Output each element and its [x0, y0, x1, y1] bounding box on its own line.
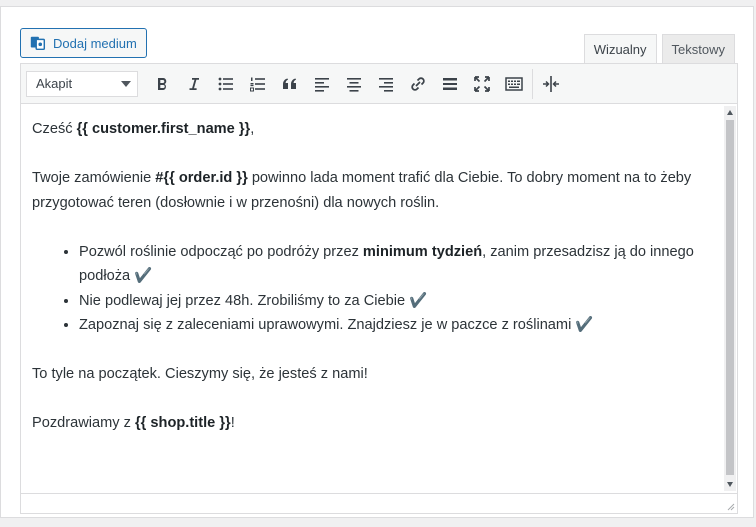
read-more-icon [543, 75, 559, 92]
greeting-paragraph: Cześć {{ customer.first_name }}, [32, 117, 713, 142]
align-center-icon [347, 77, 361, 92]
link-button[interactable] [402, 69, 434, 99]
link-icon [411, 76, 425, 91]
italic-icon [189, 77, 199, 90]
italic-button[interactable] [178, 69, 210, 99]
order-prefix: Twoje zamówienie [32, 170, 156, 186]
add-media-label: Dodaj medium [53, 35, 137, 51]
align-left-icon [315, 77, 329, 92]
blockquote-icon [283, 78, 296, 89]
customer-name-variable: {{ customer.first_name }} [76, 121, 251, 137]
format-select-value: Akapit [36, 76, 73, 91]
signature-suffix: ! [230, 415, 235, 431]
scrollbar-thumb[interactable] [726, 120, 734, 475]
format-select[interactable]: Akapit [26, 70, 138, 97]
status-bar [21, 493, 737, 513]
blockquote-button[interactable] [274, 69, 306, 99]
chevron-down-icon [121, 80, 131, 87]
scroll-down-icon[interactable] [727, 482, 733, 487]
resize-handle-icon[interactable] [726, 502, 735, 511]
align-center-button[interactable] [338, 69, 370, 99]
bold-button[interactable] [146, 69, 178, 99]
editor-frame: Akapit Cześć {{customer.first_name}}, … [20, 63, 738, 514]
fullscreen-button[interactable] [466, 69, 498, 99]
shop-title-variable: {{ shop.title }} [135, 415, 231, 431]
bulleted-list-icon [218, 77, 233, 90]
read-more-button[interactable] [535, 69, 567, 99]
closing-paragraph: To tyle na początek. Cieszymy się, że je… [32, 366, 368, 382]
greeting-prefix: Cześć [32, 121, 77, 137]
order-paragraph: Twoje zamówienie #{{ order.id }} powinno… [32, 166, 713, 215]
toolbar-toggle-button[interactable] [498, 69, 530, 99]
signature-paragraph: Pozdrawiamy z {{ shop.title }}! [32, 411, 713, 436]
align-right-button[interactable] [370, 69, 402, 99]
add-media-button[interactable]: Dodaj medium [20, 28, 147, 58]
bulleted-list-button[interactable] [210, 69, 242, 99]
fullscreen-icon [474, 75, 490, 92]
greeting-suffix: , [250, 121, 255, 137]
tips-list: Pozwól roślinie odpocząć po podróży prze… [32, 240, 713, 338]
toolbar-separator [532, 68, 533, 99]
align-right-icon [379, 77, 393, 92]
list-item-bold: minimum tydzień [362, 243, 483, 260]
bold-icon [158, 77, 167, 90]
editor-panel: Dodaj medium Wizualny Tekstowy Akapit Cz… [0, 6, 754, 518]
media-icon [30, 36, 46, 51]
scrollbar[interactable] [724, 106, 736, 491]
tab-visual[interactable]: Wizualny [583, 34, 657, 63]
signature-prefix: Pozdrawiamy z [32, 415, 135, 431]
align-left-button[interactable] [306, 69, 338, 99]
numbered-list-icon [250, 77, 265, 91]
tab-text[interactable]: Tekstowy [661, 34, 735, 63]
list-item: Pozwól roślinie odpocząć po podróży prze… [79, 240, 713, 289]
format-toolbar: Akapit [21, 64, 737, 104]
numbered-list-button[interactable] [242, 69, 274, 99]
horizontal-line-button[interactable] [434, 69, 466, 99]
toolbar-toggle-icon [505, 76, 523, 91]
horizontal-line-icon [443, 77, 457, 90]
list-item: Zapoznaj się z zaleceniami uprawowymi. Z… [79, 313, 713, 338]
scroll-up-icon[interactable] [727, 110, 733, 115]
editor-tabs: Wizualny Tekstowy [583, 34, 735, 63]
order-id-variable: #{{ order.id }} [155, 170, 248, 186]
editor-content[interactable]: Cześć {{ customer.first_name }}, Twoje z… [21, 104, 737, 493]
list-item-text: Pozwól roślinie odpocząć po podróży prze… [79, 243, 363, 260]
list-item: Nie podlewaj jej przez 48h. Zrobiliśmy t… [79, 289, 713, 314]
